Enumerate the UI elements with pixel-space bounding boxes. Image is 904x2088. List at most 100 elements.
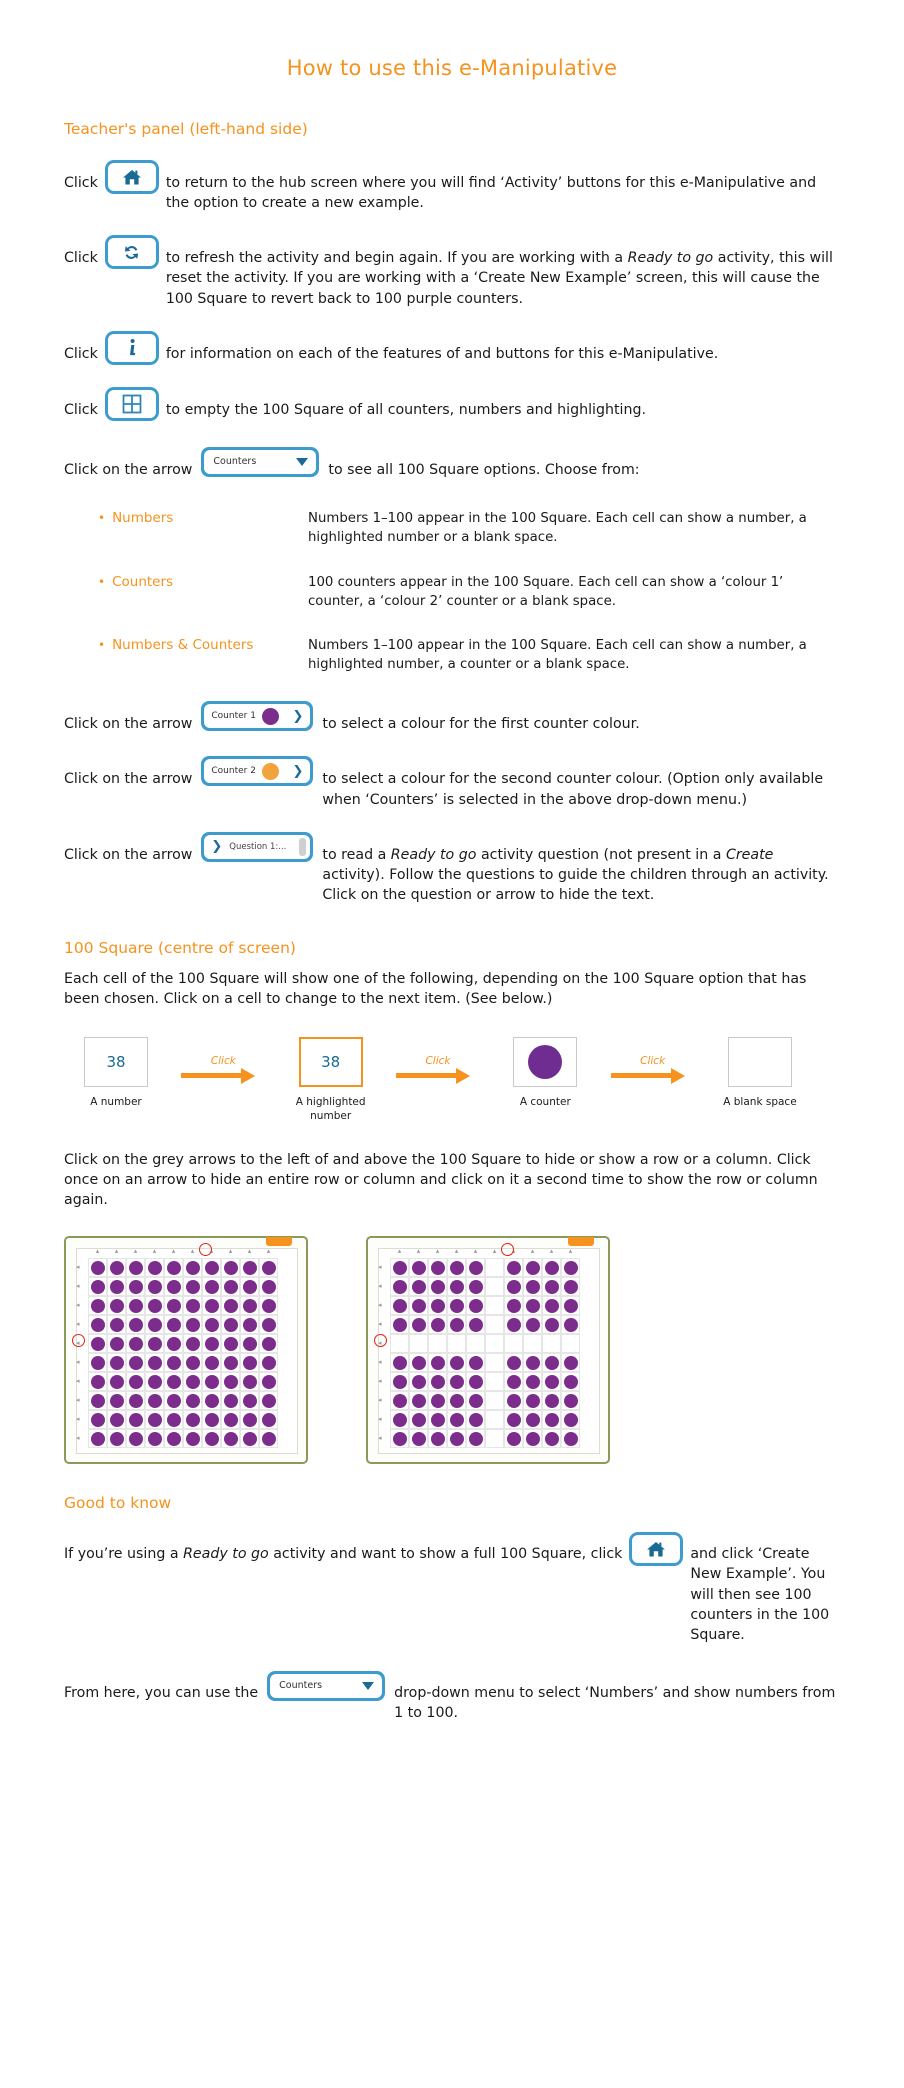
grid-cell[interactable] [504, 1277, 523, 1297]
grid-cell[interactable] [542, 1258, 561, 1278]
grid-cell[interactable] [202, 1296, 221, 1316]
grid-cell[interactable] [409, 1353, 428, 1373]
grid-cell[interactable] [390, 1429, 409, 1449]
grid-cell[interactable] [107, 1372, 126, 1392]
grid-cell[interactable] [107, 1353, 126, 1373]
grid-cell[interactable] [428, 1296, 447, 1316]
grid-cell[interactable] [183, 1277, 202, 1297]
grid-cell[interactable] [561, 1429, 580, 1449]
grid-cell[interactable] [428, 1391, 447, 1411]
grid-cell[interactable] [183, 1315, 202, 1335]
grid-cell[interactable] [202, 1391, 221, 1411]
grid-cell[interactable] [390, 1277, 409, 1297]
grid-cell[interactable] [107, 1391, 126, 1411]
row-hide-arrow[interactable]: ◂ [378, 1372, 382, 1391]
grid-cell[interactable] [88, 1410, 107, 1430]
grid-cell[interactable] [428, 1353, 447, 1373]
grid-cell[interactable] [202, 1353, 221, 1373]
grid-cell[interactable] [259, 1429, 278, 1449]
column-hide-arrow[interactable]: ▴ [107, 1246, 126, 1256]
grid-cell[interactable] [523, 1296, 542, 1316]
chevron-right-icon[interactable]: ❯ [211, 840, 222, 853]
grid-cell[interactable] [485, 1353, 504, 1373]
grid-cell[interactable] [466, 1277, 485, 1297]
grid-cell[interactable] [240, 1277, 259, 1297]
grid-cell[interactable] [183, 1353, 202, 1373]
row-hide-arrow[interactable]: ◂ [76, 1315, 80, 1334]
grid-cell[interactable] [428, 1277, 447, 1297]
column-arrows[interactable]: ▴ ▴ ▴ ▴ ▴ ▴ ▴ ▴ ▴ ▴ [390, 1246, 580, 1256]
grid-cell[interactable] [221, 1353, 240, 1373]
grid-cell[interactable] [145, 1429, 164, 1449]
grid-cell[interactable] [485, 1277, 504, 1297]
grid-cell[interactable] [466, 1315, 485, 1335]
grid-cell[interactable] [126, 1353, 145, 1373]
grid-cell[interactable] [466, 1258, 485, 1278]
grid-cell[interactable] [88, 1315, 107, 1335]
grid-cell[interactable] [107, 1277, 126, 1297]
grid-cell[interactable] [164, 1353, 183, 1373]
grid-cell[interactable] [145, 1353, 164, 1373]
grid-cell[interactable] [561, 1334, 580, 1354]
grid-cell[interactable] [485, 1315, 504, 1335]
column-hide-arrow[interactable]: ▴ [466, 1246, 485, 1256]
grid-cell[interactable] [126, 1258, 145, 1278]
question-button[interactable]: ❯ Question 1:... [201, 831, 314, 862]
grid-cell[interactable] [202, 1429, 221, 1449]
grid-cell[interactable] [221, 1429, 240, 1449]
grid-cell[interactable] [126, 1334, 145, 1354]
grid-cell[interactable] [240, 1372, 259, 1392]
grid-cell[interactable] [88, 1258, 107, 1278]
grid-cell[interactable] [523, 1258, 542, 1278]
grid-cell[interactable] [221, 1410, 240, 1430]
grid-cell[interactable] [107, 1334, 126, 1354]
grid-cell[interactable] [183, 1372, 202, 1392]
grid-cell[interactable] [466, 1391, 485, 1411]
column-hide-arrow[interactable]: ▴ [561, 1246, 580, 1256]
row-hide-arrow[interactable]: ◂ [76, 1277, 80, 1296]
grid-cell[interactable] [183, 1258, 202, 1278]
grid-cell[interactable] [485, 1391, 504, 1411]
row-hide-arrow[interactable]: ◂ [378, 1315, 382, 1334]
column-hide-arrow[interactable]: ▴ [221, 1246, 240, 1256]
grid-cell[interactable] [561, 1315, 580, 1335]
column-hide-arrow[interactable]: ▴ [259, 1246, 278, 1256]
grid-cell[interactable] [561, 1353, 580, 1373]
grid-cell[interactable] [466, 1429, 485, 1449]
grid-cell[interactable] [221, 1277, 240, 1297]
grid-cell[interactable] [523, 1277, 542, 1297]
column-hide-arrow[interactable]: ▴ [88, 1246, 107, 1256]
grid-cell[interactable] [466, 1334, 485, 1354]
column-hide-arrow[interactable]: ▴ [164, 1246, 183, 1256]
grid-cell[interactable] [183, 1391, 202, 1411]
grid-cell[interactable] [88, 1353, 107, 1373]
counter1-colour-button[interactable]: Counter 1 ❯ [201, 701, 314, 732]
grid-cell[interactable] [240, 1353, 259, 1373]
grid-cell[interactable] [561, 1391, 580, 1411]
grid-cell[interactable] [409, 1410, 428, 1430]
grid-cell[interactable] [259, 1315, 278, 1335]
grid-cell[interactable] [428, 1315, 447, 1335]
grid-cell[interactable] [145, 1391, 164, 1411]
grid-cell[interactable] [542, 1410, 561, 1430]
grid-cell[interactable] [221, 1296, 240, 1316]
grid-cell[interactable] [447, 1258, 466, 1278]
grid-cell[interactable] [164, 1429, 183, 1449]
grid-cell[interactable] [523, 1410, 542, 1430]
grid-cell[interactable] [504, 1296, 523, 1316]
grid-cell[interactable] [164, 1296, 183, 1316]
grid-cell[interactable] [145, 1334, 164, 1354]
grid-cell[interactable] [202, 1334, 221, 1354]
home-button[interactable] [629, 1532, 684, 1567]
grid-cell[interactable] [107, 1410, 126, 1430]
grid-cell[interactable] [107, 1258, 126, 1278]
grid-cell[interactable] [107, 1429, 126, 1449]
grid-cell[interactable] [202, 1258, 221, 1278]
grid-cell[interactable] [202, 1410, 221, 1430]
chevron-right-icon[interactable]: ❯ [292, 710, 303, 723]
grid-cell[interactable] [409, 1334, 428, 1354]
grid-cell[interactable] [523, 1391, 542, 1411]
grid-cell[interactable] [183, 1296, 202, 1316]
grid-cell[interactable] [145, 1410, 164, 1430]
grid-cell[interactable] [145, 1315, 164, 1335]
